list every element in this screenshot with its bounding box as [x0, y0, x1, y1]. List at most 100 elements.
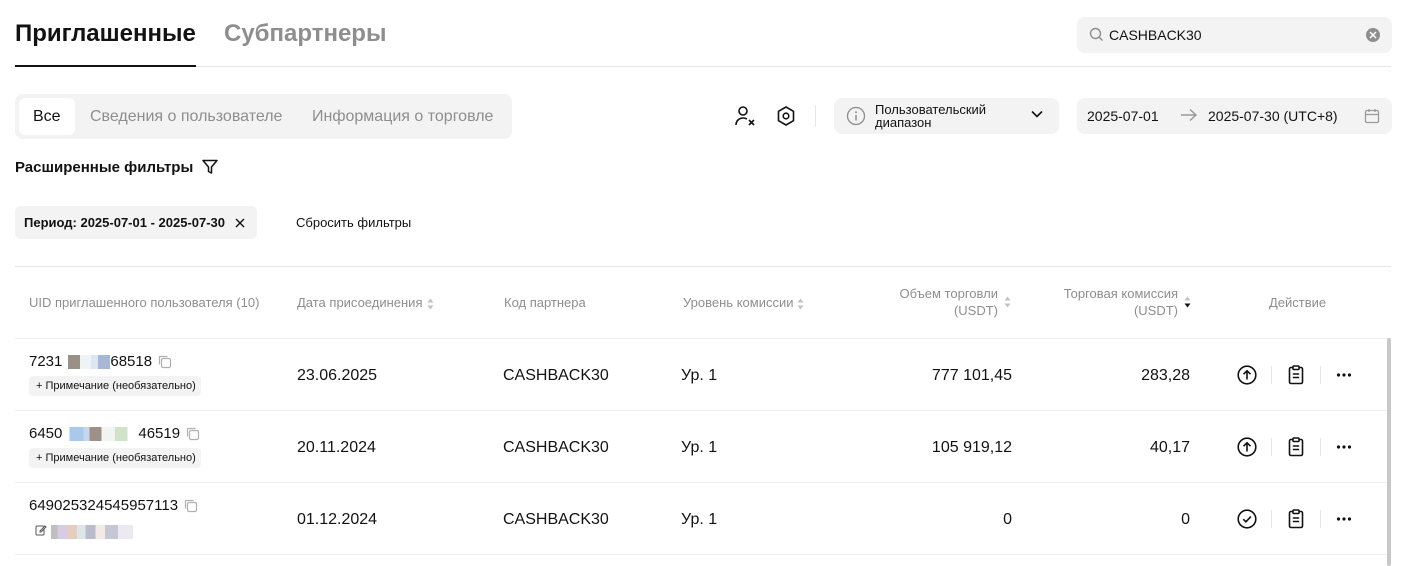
tab-subpartners[interactable]: Субпартнеры	[224, 19, 386, 49]
commission-level: Ур. 1	[681, 511, 718, 528]
end-date[interactable]: 2025-07-30 (UTC+8)	[1208, 108, 1338, 124]
uid-start: 6450	[29, 425, 63, 442]
sort-icon	[427, 298, 433, 310]
row-actions	[1235, 507, 1357, 531]
col-header-trade-volume[interactable]: Объем торговли (USDT)	[860, 285, 998, 319]
arrow-up-circle-icon[interactable]	[1235, 363, 1259, 387]
remove-filter-icon[interactable]	[235, 218, 245, 228]
join-date: 01.12.2024	[297, 511, 378, 528]
action-divider	[1320, 366, 1321, 384]
search-box[interactable]	[1077, 17, 1392, 53]
col-header-commission-level-label: Уровень комиссии	[683, 295, 794, 310]
toolbar-divider	[815, 105, 816, 127]
check-circle-icon[interactable]	[1235, 507, 1259, 531]
action-divider	[1271, 366, 1272, 384]
trade-fee: 0	[1181, 511, 1190, 528]
start-date[interactable]: 2025-07-01	[1087, 108, 1159, 124]
segment-tab-trading-info[interactable]: Информация о торговле	[298, 98, 507, 135]
join-date: 23.06.2025	[297, 367, 378, 384]
row-actions	[1235, 363, 1357, 387]
calendar-icon	[1364, 109, 1380, 124]
trade-volume: 777 101,45	[931, 367, 1012, 384]
note-edit[interactable]	[29, 523, 133, 543]
segment-tab-all[interactable]: Все	[19, 98, 75, 135]
sort-icon	[797, 298, 804, 310]
uid-start: 7231	[29, 353, 63, 370]
arrow-up-circle-icon[interactable]	[1235, 435, 1259, 459]
uid-full: 649025324545957113	[29, 497, 179, 514]
col-header-trade-fee-line2: (USDT)	[1133, 303, 1178, 318]
user-remove-icon[interactable]	[733, 104, 757, 128]
col-header-trade-volume-line1: Объем торговли	[899, 286, 998, 301]
col-header-trade-fee-line1: Торговая комиссия	[1063, 286, 1178, 301]
table-row: 649025324545957113 01.12.2024 CASHBACK30…	[15, 483, 1391, 555]
reset-filters-link[interactable]: Сбросить фильтры	[296, 215, 411, 230]
partner-code: CASHBACK30	[503, 511, 609, 528]
col-header-join-date[interactable]: Дата присоединения	[297, 294, 434, 311]
clear-icon[interactable]	[1366, 28, 1380, 42]
uid-end: 68518	[110, 353, 153, 370]
copy-icon[interactable]	[185, 426, 200, 441]
arrow-right-icon	[1181, 108, 1198, 122]
col-header-trade-fee[interactable]: Торговая комиссия (USDT)	[1030, 285, 1178, 319]
copy-icon[interactable]	[183, 498, 198, 513]
action-divider	[1320, 438, 1321, 456]
sort-icon[interactable]	[1004, 296, 1011, 308]
sort-desc-icon[interactable]	[1184, 296, 1191, 308]
more-icon[interactable]	[1332, 363, 1356, 387]
row-actions	[1235, 435, 1357, 459]
add-note-button[interactable]: + Примечание (необязательно)	[29, 376, 201, 396]
partner-code: CASHBACK30	[503, 367, 609, 384]
more-icon[interactable]	[1332, 435, 1356, 459]
copy-icon[interactable]	[157, 354, 172, 369]
uid-cell: 649025324545957113	[29, 497, 198, 514]
col-header-join-date-label: Дата присоединения	[297, 295, 423, 310]
segment-tab-user-info[interactable]: Сведения о пользователе	[76, 98, 296, 135]
action-divider	[1320, 510, 1321, 528]
info-icon	[846, 106, 866, 126]
divider	[15, 266, 1391, 267]
trade-fee: 283,28	[1141, 367, 1190, 384]
search-icon	[1089, 27, 1103, 41]
chevron-down-icon	[1031, 110, 1043, 118]
filter-icon	[202, 159, 219, 174]
add-note-button[interactable]: + Примечание (необязательно)	[29, 448, 201, 468]
search-input[interactable]	[1109, 17, 1349, 53]
settings-hexagon-icon[interactable]	[774, 104, 798, 128]
more-icon[interactable]	[1332, 507, 1356, 531]
table-row: 6450 46519 + Примечание (необязательно) …	[15, 411, 1391, 483]
trade-volume: 105 919,12	[931, 439, 1012, 456]
masked-note	[51, 525, 133, 539]
advanced-filters-toggle[interactable]: Расширенные фильтры	[15, 158, 219, 176]
col-header-commission-level[interactable]: Уровень комиссии	[683, 294, 804, 311]
col-header-trade-volume-line2: (USDT)	[953, 303, 998, 318]
commission-level: Ур. 1	[681, 367, 718, 384]
clipboard-icon[interactable]	[1284, 363, 1308, 387]
scrollbar[interactable]	[1387, 338, 1391, 566]
table-row: 7231 68518 + Примечание (необязательно) …	[15, 339, 1391, 411]
col-header-partner-code: Код партнера	[504, 295, 586, 310]
tab-invited[interactable]: Приглашенные	[15, 19, 196, 67]
uid-cell: 6450 46519	[29, 425, 200, 442]
action-divider	[1271, 510, 1272, 528]
date-range-picker[interactable]: 2025-07-01 2025-07-30 (UTC+8)	[1077, 98, 1392, 134]
join-date: 20.11.2024	[297, 439, 376, 456]
trade-fee: 40,17	[1149, 439, 1190, 456]
edit-icon	[35, 525, 47, 536]
col-header-uid: UID приглашенного пользователя (10)	[29, 295, 260, 310]
segment-tabs: Все Сведения о пользователе Информация о…	[15, 94, 512, 139]
action-divider	[1271, 438, 1272, 456]
active-filter-label: Период: 2025-07-01 - 2025-07-30	[24, 215, 226, 230]
clipboard-icon[interactable]	[1284, 435, 1308, 459]
range-select-label: Пользовательский диапазон	[875, 102, 987, 130]
uid-end: 46519	[138, 425, 181, 442]
commission-level: Ур. 1	[681, 439, 718, 456]
uid-cell: 7231 68518	[29, 353, 172, 370]
range-select[interactable]: Пользовательский диапазон	[834, 98, 1059, 134]
col-header-action: Действие	[1269, 295, 1327, 310]
masked-uid	[62, 426, 139, 441]
trade-volume: 0	[1003, 511, 1012, 528]
clipboard-icon[interactable]	[1284, 507, 1308, 531]
advanced-filters-label: Расширенные фильтры	[15, 158, 194, 176]
active-filter-chip: Период: 2025-07-01 - 2025-07-30	[15, 206, 258, 239]
